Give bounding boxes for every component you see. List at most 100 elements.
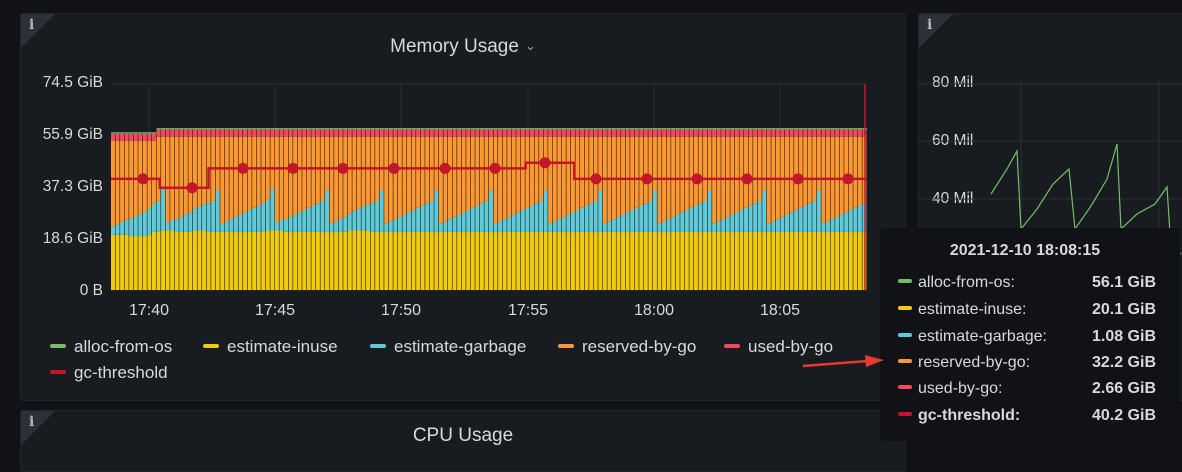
bar-estimate-inuse <box>197 230 202 290</box>
tooltip-row-used-by-go: used-by-go: 2.66 GiB <box>898 380 1156 398</box>
bar-used-by-go <box>721 129 726 137</box>
bar-used-by-go <box>315 129 320 137</box>
bar-estimate-garbage <box>274 222 279 231</box>
bar-estimate-garbage <box>730 214 735 232</box>
series-swatch <box>898 359 912 363</box>
bar-estimate-inuse <box>529 231 534 290</box>
bar-estimate-garbage <box>598 190 603 232</box>
bar-reserved-by-go <box>293 136 298 215</box>
bar-estimate-inuse <box>707 231 712 290</box>
bar-estimate-garbage <box>434 190 439 232</box>
bar-reserved-by-go <box>534 136 539 204</box>
bar-used-by-go <box>707 129 712 137</box>
bar-estimate-garbage <box>156 201 161 232</box>
bar-estimate-garbage <box>206 203 211 232</box>
bar-used-by-go <box>133 133 138 141</box>
legend-item-alloc-from-os[interactable]: alloc-from-os <box>50 337 172 357</box>
legend-label: reserved-by-go <box>582 337 697 356</box>
bar-reserved-by-go <box>156 136 161 202</box>
bar-used-by-go <box>375 129 380 137</box>
panel-title[interactable]: CPU Usage <box>21 425 905 447</box>
legend-item-gc-threshold[interactable]: gc-threshold <box>50 363 168 383</box>
bar-estimate-garbage <box>411 210 416 232</box>
bar-estimate-garbage <box>666 219 671 232</box>
bar-reserved-by-go <box>325 136 330 191</box>
bar-used-by-go <box>853 129 858 137</box>
legend-item-used-by-go[interactable]: used-by-go <box>724 337 833 357</box>
tooltip-row-estimate-garbage: estimate-garbage: 1.08 GiB <box>898 328 1156 346</box>
bar-estimate-inuse <box>716 231 721 290</box>
bar-reserved-by-go <box>707 136 712 191</box>
bar-reserved-by-go <box>785 136 789 215</box>
legend-label: gc-threshold <box>74 363 168 382</box>
bar-estimate-garbage <box>466 210 471 232</box>
bar-reserved-by-go <box>229 136 234 220</box>
bar-reserved-by-go <box>215 136 220 191</box>
bar-estimate-garbage <box>816 190 821 232</box>
bar-estimate-inuse <box>393 231 398 290</box>
legend-item-estimate-garbage[interactable]: estimate-garbage <box>370 337 526 357</box>
bar-used-by-go <box>151 133 156 141</box>
bar-estimate-garbage <box>780 216 785 232</box>
bar-estimate-inuse <box>229 231 234 290</box>
bar-estimate-garbage <box>443 221 448 232</box>
bar-reserved-by-go <box>397 136 402 217</box>
legend-item-estimate-inuse[interactable]: estimate-inuse <box>203 337 338 357</box>
bar-estimate-garbage <box>789 212 794 232</box>
bar-used-by-go <box>493 129 498 137</box>
bar-used-by-go <box>734 129 739 137</box>
bar-reserved-by-go <box>306 136 311 208</box>
bar-estimate-inuse <box>448 231 452 290</box>
bar-reserved-by-go <box>366 136 370 205</box>
bar-estimate-garbage <box>402 214 407 232</box>
bar-used-by-go <box>388 129 393 137</box>
bar-reserved-by-go <box>479 136 484 204</box>
bar-estimate-garbage <box>183 214 188 232</box>
bar-used-by-go <box>780 129 785 137</box>
bar-estimate-garbage <box>516 212 521 232</box>
bar-reserved-by-go <box>329 136 334 224</box>
bar-used-by-go <box>657 129 662 137</box>
bar-reserved-by-go <box>407 136 411 213</box>
bar-estimate-garbage <box>561 216 566 232</box>
bar-used-by-go <box>580 129 585 137</box>
legend-item-reserved-by-go[interactable]: reserved-by-go <box>558 337 696 357</box>
bar-estimate-inuse <box>215 231 220 290</box>
bar-estimate-garbage <box>329 223 334 232</box>
bar-estimate-inuse <box>552 231 557 290</box>
bar-used-by-go <box>243 129 248 137</box>
x-tick: 17:40 <box>128 302 170 319</box>
bar-estimate-inuse <box>561 231 566 290</box>
bar-estimate-inuse <box>703 231 708 290</box>
bar-estimate-inuse <box>320 231 325 290</box>
gc-threshold-point <box>539 157 551 169</box>
bar-used-by-go <box>215 129 220 137</box>
bar-estimate-inuse <box>311 231 316 290</box>
bar-estimate-inuse <box>780 231 785 290</box>
bar-estimate-garbage <box>798 207 803 232</box>
bar-estimate-inuse <box>384 231 389 290</box>
bar-reserved-by-go <box>593 136 598 202</box>
x-tick: 17:45 <box>254 302 296 319</box>
memory-chart-plot[interactable] <box>21 14 905 304</box>
bar-used-by-go <box>785 129 789 137</box>
bar-estimate-inuse <box>338 231 343 290</box>
bar-reserved-by-go <box>780 136 785 217</box>
bar-reserved-by-go <box>416 136 421 208</box>
bar-estimate-inuse <box>570 231 575 290</box>
bar-used-by-go <box>575 129 580 137</box>
bar-estimate-inuse <box>534 231 539 290</box>
bar-estimate-garbage <box>511 214 516 232</box>
tooltip-label: estimate-garbage: <box>918 328 1047 345</box>
bar-estimate-garbage <box>525 207 530 232</box>
gc-threshold-point <box>489 162 501 174</box>
bar-reserved-by-go <box>552 136 557 222</box>
bar-estimate-garbage <box>133 216 138 237</box>
bar-reserved-by-go <box>434 136 439 191</box>
bar-estimate-garbage <box>202 204 207 231</box>
legend-label: estimate-inuse <box>227 337 338 356</box>
bar-used-by-go <box>211 129 216 137</box>
bar-estimate-garbage <box>448 219 452 232</box>
bar-estimate-garbage <box>529 205 534 232</box>
bar-reserved-by-go <box>420 136 425 206</box>
